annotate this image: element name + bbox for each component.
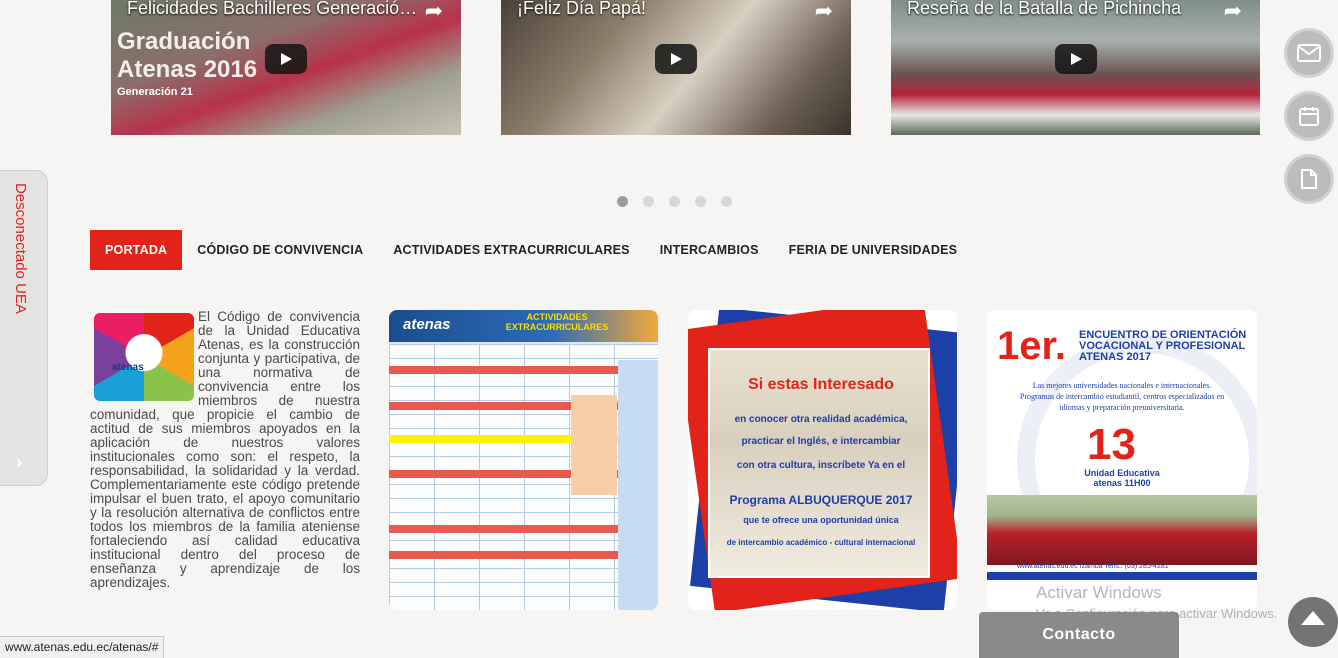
calendar-button[interactable]	[1284, 91, 1334, 141]
atenas-logo	[94, 313, 194, 401]
mail-icon	[1297, 44, 1321, 62]
poster-line: de intercambio académico - cultural inte…	[726, 538, 916, 547]
tab-actividades[interactable]: ACTIVIDADES EXTRACURRICULARES	[378, 230, 644, 270]
play-icon[interactable]	[1054, 44, 1097, 74]
side-tab-label: Desconectado UEA	[12, 183, 29, 314]
video-title[interactable]: Felicidades Bachilleres Generació…	[127, 0, 417, 19]
tab-feria-universidades[interactable]: FERIA DE UNIVERSIDADES	[774, 230, 973, 270]
share-icon[interactable]: ➦	[1224, 0, 1242, 24]
calendar-icon	[1299, 107, 1319, 126]
image3-footer: www.atenas.edu.ec Izamba Telfs.: (03) 28…	[1017, 563, 1169, 570]
share-icon[interactable]: ➦	[815, 0, 833, 24]
poster-line: con otra cultura, inscríbete Ya en el	[736, 460, 906, 471]
tab-codigo-convivencia[interactable]: CÓDIGO DE CONVIVENCIA	[182, 230, 378, 270]
scroll-top-button[interactable]	[1288, 597, 1338, 647]
content-tabs: PORTADA CÓDIGO DE CONVIVENCIA ACTIVIDADE…	[90, 230, 972, 270]
poster-line: en conocer otra realidad académica,	[734, 414, 908, 425]
intercambio-poster-image[interactable]: Si estas Interesado en conocer otra real…	[688, 310, 957, 610]
tab-portada[interactable]: PORTADA	[90, 230, 183, 270]
carousel-dot[interactable]	[669, 196, 680, 207]
carousel-dot[interactable]	[721, 196, 732, 207]
image3-big: 1er.	[997, 324, 1066, 368]
image3-headline: ENCUENTRO DE ORIENTACIÓN VOCACIONAL Y PR…	[1079, 329, 1247, 363]
video-overlay-sub: Generación 21	[117, 86, 193, 98]
poster-line: Si estas Interesado	[748, 376, 894, 393]
chevron-right-icon[interactable]: ›	[16, 452, 22, 473]
poster-line: que te ofrece una oportunidad única	[743, 515, 899, 525]
offline-side-tab[interactable]: Desconectado UEA ›	[0, 170, 48, 486]
contact-button[interactable]: Contacto	[979, 612, 1179, 658]
poster-line: Programa ALBUQUERQUE 2017	[729, 493, 913, 507]
play-icon[interactable]	[655, 44, 697, 74]
carousel-dot[interactable]	[617, 196, 628, 207]
carousel-dot[interactable]	[643, 196, 654, 207]
actividades-schedule-image[interactable]: atenas ACTIVIDADES EXTRACURRICULARES	[389, 310, 658, 610]
video-dia-papa[interactable]: ¡Feliz Día Papá! ➦	[501, 0, 851, 135]
carousel-dot[interactable]	[695, 196, 706, 207]
video-graduacion[interactable]: Graduación Atenas 2016 Generación 21 Feli…	[111, 0, 461, 135]
document-icon	[1301, 169, 1317, 189]
image1-brand: atenas	[403, 316, 451, 333]
play-icon[interactable]	[265, 44, 307, 74]
activation-watermark-title: Activar Windows	[1036, 583, 1162, 602]
share-icon[interactable]: ➦	[425, 0, 443, 24]
mail-button[interactable]	[1284, 28, 1334, 78]
image3-sub: Las mejores universidades nacionales e i…	[1019, 381, 1225, 412]
video-title[interactable]: Reseña de la Batalla de Pichincha	[907, 0, 1181, 19]
video-pichincha[interactable]: Reseña de la Batalla de Pichincha ➦	[891, 0, 1260, 135]
video-title[interactable]: ¡Feliz Día Papá!	[517, 0, 646, 19]
image3-day: 13	[1087, 420, 1136, 469]
status-bar-url: www.atenas.edu.ec/atenas/#	[0, 636, 165, 658]
encuentro-orientacion-image[interactable]: 1er. ENCUENTRO DE ORIENTACIÓN VOCACIONAL…	[987, 310, 1257, 610]
image3-venue: Unidad Educativa atenas 11H00	[1084, 468, 1160, 488]
tab-intercambios[interactable]: INTERCAMBIOS	[645, 230, 774, 270]
logo-text: atenas	[112, 362, 144, 373]
image1-title: ACTIVIDADES EXTRACURRICULARES	[505, 312, 609, 332]
document-button[interactable]	[1284, 154, 1334, 204]
video-overlay-title: Graduación Atenas 2016	[117, 28, 258, 83]
poster-line: practicar el Inglés, e intercambiar	[741, 436, 901, 447]
